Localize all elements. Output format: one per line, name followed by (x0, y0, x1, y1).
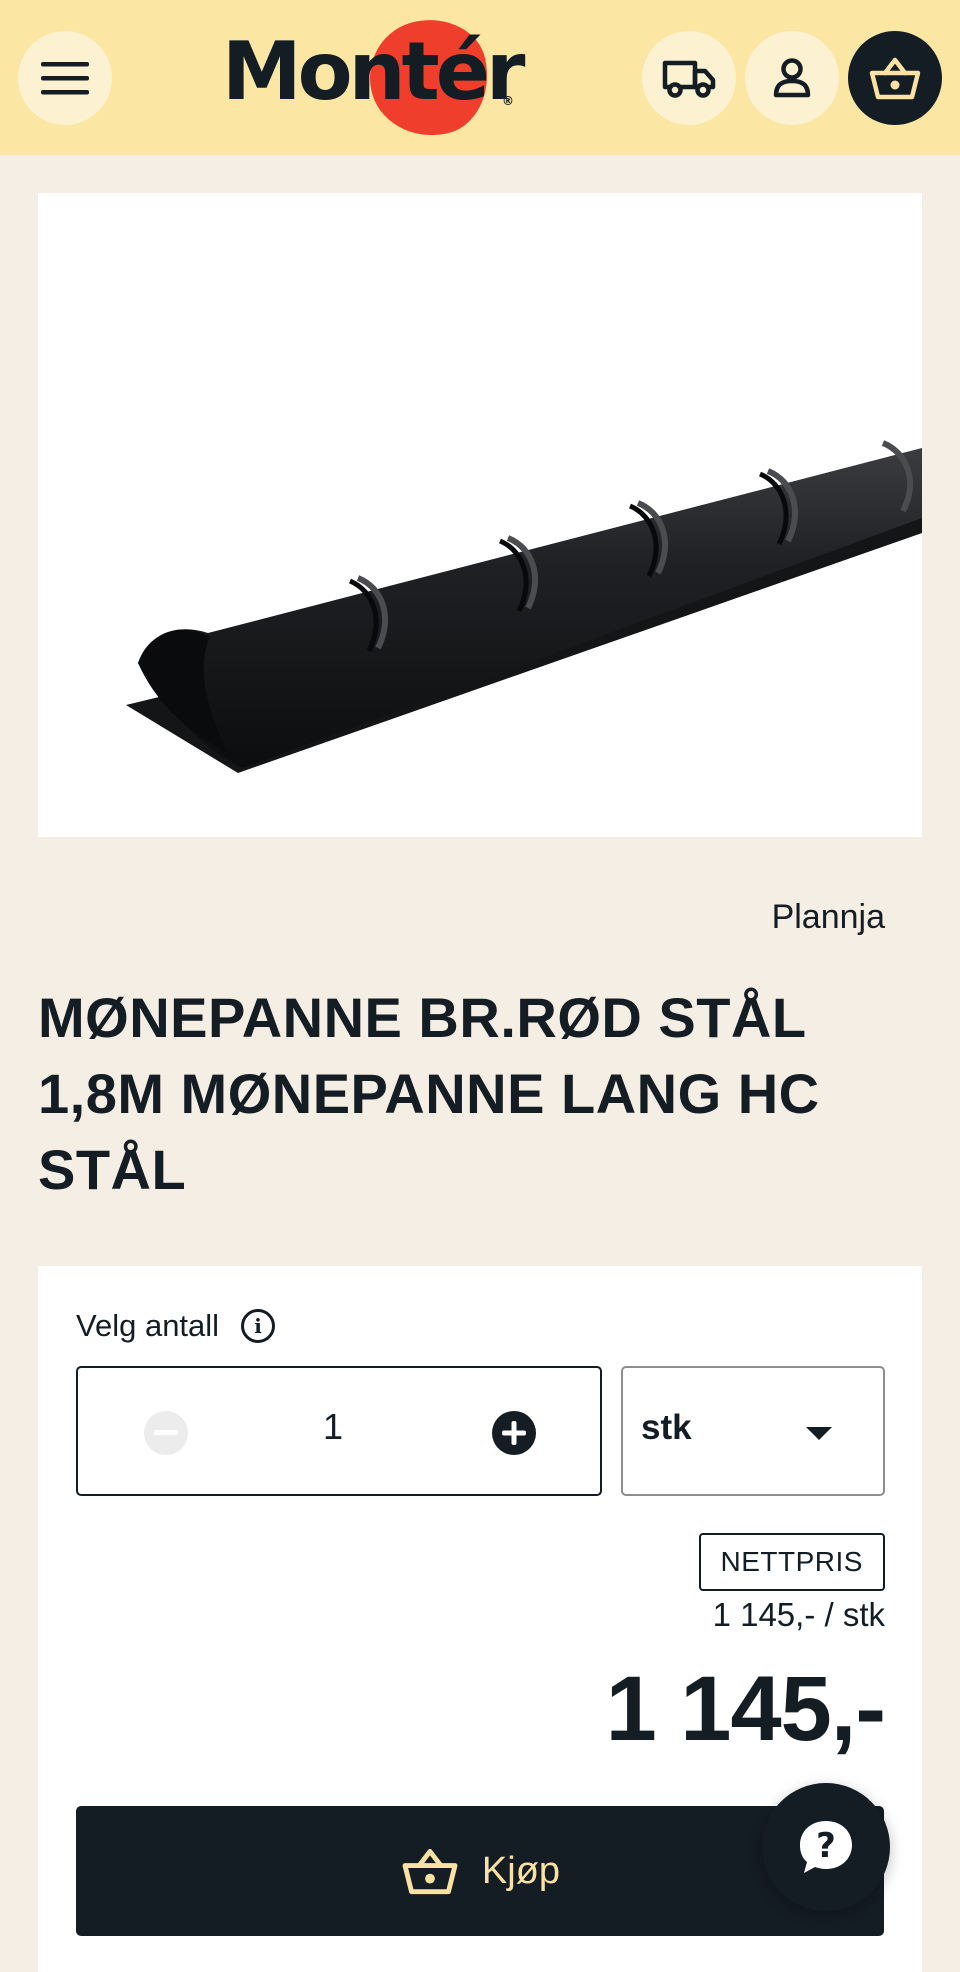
buy-button[interactable]: Kjøp (76, 1806, 884, 1936)
plus-icon (502, 1421, 526, 1445)
product-image[interactable] (38, 193, 922, 837)
logo-registered-mark: ® (502, 94, 514, 108)
info-icon[interactable]: i (241, 1309, 276, 1343)
product-brand[interactable]: Plannja (772, 898, 885, 937)
help-chat-button[interactable]: ? (762, 1783, 890, 1911)
minus-icon (154, 1430, 178, 1435)
quantity-label: Velg antall (76, 1308, 220, 1343)
product-title: MØNEPANNE BR.RØD STÅL 1,8M MØNEPANNE LAN… (38, 986, 820, 1201)
unit-price: 1 145,- / stk (712, 1596, 885, 1633)
chat-help-icon: ? (800, 1821, 852, 1873)
shopping-basket-icon (869, 57, 921, 100)
chevron-down-icon (806, 1427, 832, 1440)
account-button[interactable] (745, 31, 839, 125)
quantity-stepper: 1 (76, 1366, 602, 1496)
site-logo[interactable]: Montér ® (222, 9, 525, 147)
unit-select-value: stk (641, 1408, 692, 1447)
total-price: 1 145,- (605, 1658, 886, 1760)
net-price-badge: NETTPRIS (698, 1533, 885, 1591)
ridge-tile-image (126, 440, 922, 773)
shopping-basket-icon (402, 1848, 458, 1895)
menu-button[interactable] (18, 31, 112, 125)
increase-quantity-button[interactable] (492, 1411, 536, 1455)
user-icon (773, 58, 811, 98)
delivery-button[interactable] (642, 31, 736, 125)
decrease-quantity-button[interactable] (144, 1411, 188, 1455)
unit-select[interactable]: stk (621, 1366, 885, 1496)
quantity-label-row: Velg antall i (76, 1308, 276, 1344)
svg-text:?: ? (816, 1826, 836, 1866)
hamburger-menu-icon (41, 62, 89, 95)
site-header: Montér ® (0, 0, 960, 155)
logo-text: Montér (222, 25, 525, 118)
buy-button-label: Kjøp (481, 1849, 561, 1892)
quantity-input[interactable]: 1 (258, 1406, 408, 1448)
delivery-truck-icon (662, 60, 716, 98)
cart-button[interactable] (848, 31, 942, 125)
